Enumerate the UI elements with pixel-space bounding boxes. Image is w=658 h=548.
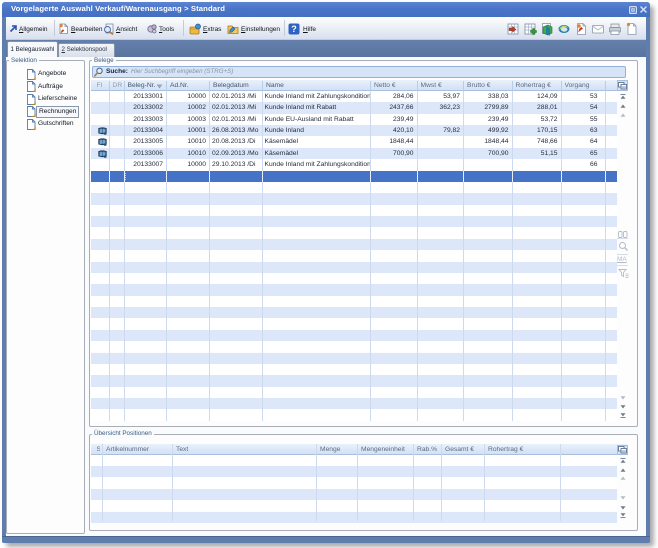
svg-text:?: ? (291, 24, 297, 34)
